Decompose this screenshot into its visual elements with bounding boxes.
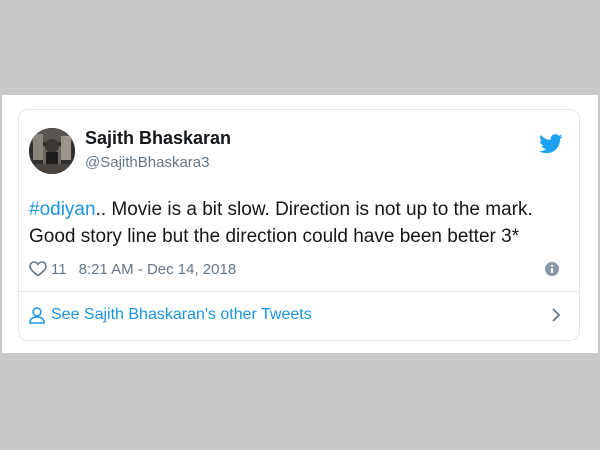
info-icon[interactable] — [545, 262, 559, 276]
tweet-container: Sajith Bhaskaran @SajithBhaskara3 #odiya… — [18, 109, 580, 341]
tweet-timestamp[interactable]: 8:21 AM - Dec 14, 2018 — [79, 261, 237, 278]
see-other-tweets-link[interactable]: See Sajith Bhaskaran's other Tweets — [29, 304, 312, 326]
hashtag-link[interactable]: #odiyan — [29, 199, 96, 220]
tweet-text: #odiyan.. Movie is a bit slow. Direction… — [29, 196, 574, 250]
person-icon — [29, 306, 45, 324]
chevron-right-icon[interactable] — [551, 308, 561, 322]
divider — [19, 291, 579, 292]
twitter-bird-icon[interactable] — [539, 134, 563, 154]
heart-icon[interactable] — [29, 261, 47, 277]
user-name[interactable]: Sajith Bhaskaran — [85, 128, 231, 149]
tweet-body: .. Movie is a bit slow. Direction is not… — [29, 199, 533, 247]
tweet-meta: 11 8:21 AM - Dec 14, 2018 — [29, 258, 236, 280]
user-handle[interactable]: @SajithBhaskara3 — [85, 154, 209, 171]
avatar[interactable] — [29, 128, 75, 174]
like-count[interactable]: 11 — [51, 261, 67, 278]
tweet-embed: Sajith Bhaskaran @SajithBhaskara3 #odiya… — [2, 95, 598, 353]
see-other-tweets-label[interactable]: See Sajith Bhaskaran's other Tweets — [51, 306, 312, 324]
